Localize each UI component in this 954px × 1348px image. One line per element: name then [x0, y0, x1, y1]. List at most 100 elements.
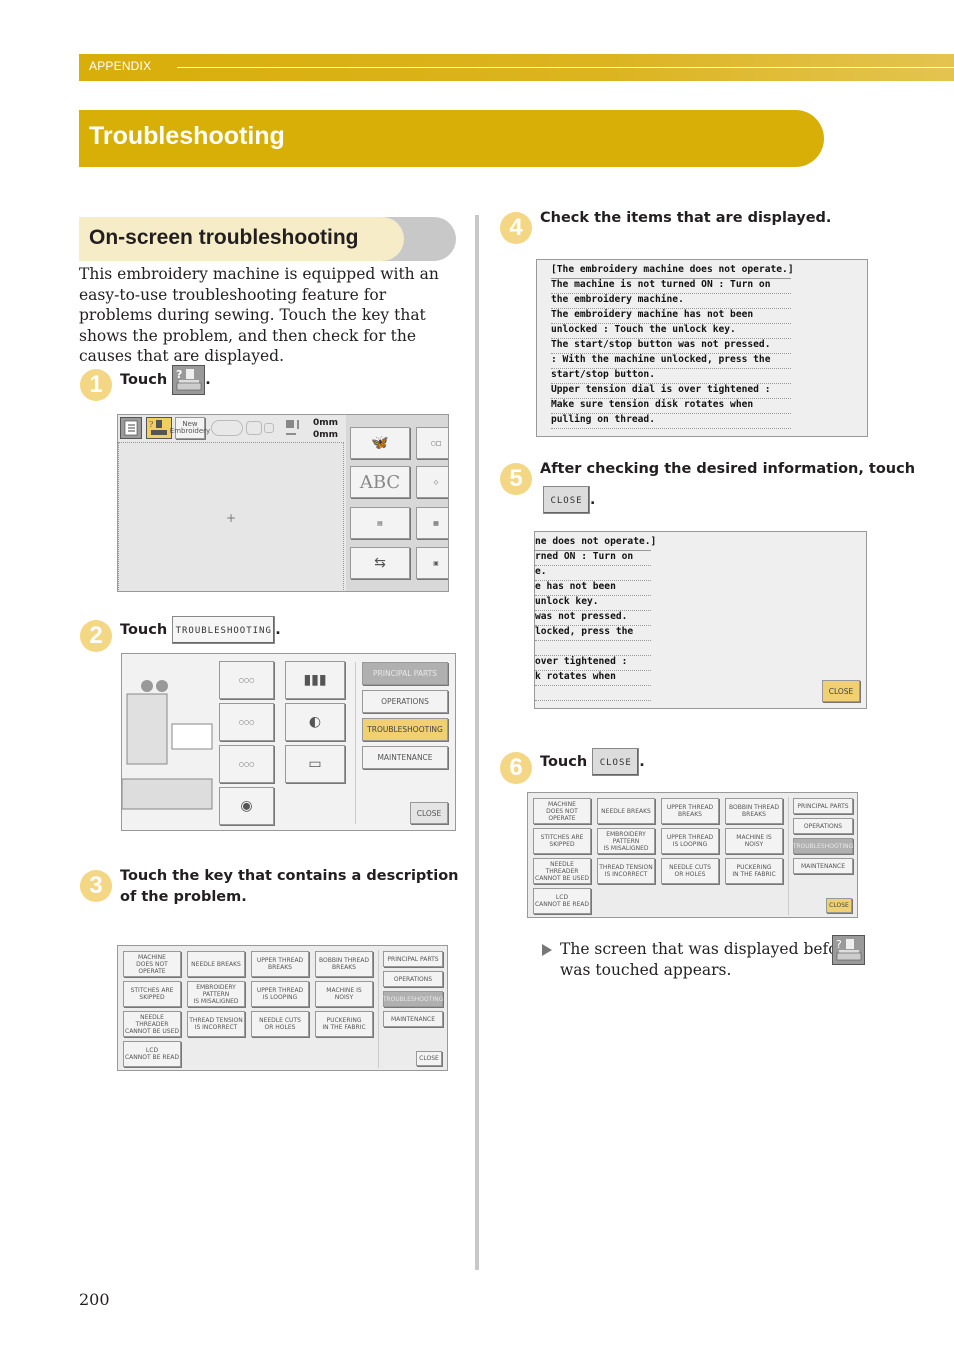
message-line: unlocked : Touch the unlock key.: [551, 324, 791, 339]
troubleshooting-tab-button[interactable]: TROUBLESHOOTING: [362, 718, 448, 741]
message-line: Upper tension dial is over tightened :: [551, 384, 791, 399]
principal-parts-button[interactable]: PRINCIPAL PARTS: [362, 662, 448, 685]
monogram-category-button[interactable]: ◇: [416, 466, 448, 498]
problem-key[interactable]: MACHINE DOES NOT OPERATE: [533, 798, 591, 824]
panel-illustration-3[interactable]: ○○○: [219, 745, 274, 783]
problem-key[interactable]: MACHINE DOES NOT OPERATE: [123, 951, 181, 977]
problem-key[interactable]: UPPER THREAD BREAKS: [251, 951, 309, 977]
alphabet-category-button[interactable]: ABC: [350, 466, 410, 498]
close-button[interactable]: CLOSE: [416, 1051, 442, 1066]
problem-key[interactable]: EMBROIDERY PATTERN IS MISALIGNED: [597, 828, 655, 854]
computer-button[interactable]: ▣: [416, 547, 448, 579]
new-embroidery-button[interactable]: New Embroidery: [170, 417, 210, 439]
close-button[interactable]: CLOSE: [826, 898, 852, 913]
message-line: over tightened :: [535, 656, 651, 671]
svg-text:?: ?: [836, 938, 842, 951]
step-1-badge: 1: [80, 369, 112, 401]
troubleshooting-tab-button[interactable]: TROUBLESHOOTING: [383, 991, 443, 1007]
problem-key[interactable]: MACHINE IS NOISY: [315, 981, 373, 1007]
pattern-category-button[interactable]: 🦋: [350, 427, 410, 459]
operations-button[interactable]: OPERATIONS: [383, 971, 443, 987]
maintenance-button[interactable]: MAINTENANCE: [362, 746, 448, 769]
problem-key[interactable]: STITCHES ARE SKIPPED: [533, 828, 591, 854]
problem-key[interactable]: UPPER THREAD BREAKS: [661, 798, 719, 824]
help-machine-icon-ref[interactable]: ?: [832, 935, 865, 965]
problem-key[interactable]: LCD CANNOT BE READ: [533, 888, 591, 914]
close-button[interactable]: CLOSE: [410, 802, 448, 824]
size-width: 0mm: [313, 418, 339, 428]
problem-key[interactable]: NEEDLE BREAKS: [597, 798, 655, 824]
list-icon[interactable]: [120, 417, 142, 439]
size-height: 0mm: [313, 430, 339, 440]
problem-list-screen: MACHINE DOES NOT OPERATE NEEDLE BREAKS UPP…: [117, 945, 448, 1071]
problem-key[interactable]: BOBBIN THREAD BREAKS: [315, 951, 373, 977]
message-line: The machine is not turned ON : Turn on: [551, 279, 791, 294]
tension-dial-illustration[interactable]: ◐: [285, 703, 345, 741]
step-6-text: Touch CLOSE.: [540, 748, 645, 776]
maintenance-button[interactable]: MAINTENANCE: [793, 858, 853, 874]
cards-category-button[interactable]: ▦: [416, 507, 448, 539]
step-4-text: Check the items that are displayed.: [540, 210, 832, 226]
problem-key[interactable]: STITCHES ARE SKIPPED: [123, 981, 181, 1007]
message-line: [535, 641, 651, 656]
thread-spools-illustration[interactable]: ▮▮▮: [285, 661, 345, 699]
result-arrow-icon: [542, 944, 552, 956]
problem-key[interactable]: UPPER THREAD IS LOOPING: [661, 828, 719, 854]
problem-key[interactable]: NEEDLE THREADER CANNOT BE USED: [123, 1011, 181, 1037]
bobbin-illustration[interactable]: ◉: [219, 787, 274, 825]
problem-key[interactable]: PUCKERING IN THE FABRIC: [725, 858, 783, 884]
operations-button[interactable]: OPERATIONS: [362, 690, 448, 713]
step-5-text: After checking the desired information, …: [540, 461, 916, 477]
result-text-before: The screen that was displayed before: [560, 940, 855, 958]
usb-button[interactable]: ⇆: [350, 547, 410, 579]
step-3-badge: 3: [80, 870, 112, 902]
hoop-small-icon[interactable]: [264, 423, 274, 433]
embroidery-canvas[interactable]: +: [118, 442, 344, 591]
problem-key[interactable]: LCD CANNOT BE READ: [123, 1041, 181, 1067]
problem-key[interactable]: NEEDLE THREADER CANNOT BE USED: [533, 858, 591, 884]
message-line: k rotates when: [535, 671, 651, 686]
problem-key[interactable]: NEEDLE CUTS OR HOLES: [661, 858, 719, 884]
problem-key[interactable]: NEEDLE BREAKS: [187, 951, 245, 977]
maintenance-button[interactable]: MAINTENANCE: [383, 1011, 443, 1027]
message-line: e has not been: [535, 581, 651, 596]
step-2-badge: 2: [80, 620, 112, 652]
problem-key[interactable]: NEEDLE CUTS OR HOLES: [251, 1011, 309, 1037]
troubleshooting-tab-button[interactable]: TROUBLESHOOTING: [793, 838, 853, 854]
frame-category-button[interactable]: ○□: [416, 427, 448, 459]
help-machine-icon-active[interactable]: ?: [146, 417, 172, 439]
operations-button[interactable]: OPERATIONS: [793, 818, 853, 834]
result-text-after: was touched appears.: [560, 960, 732, 979]
category-panel: 🦋 ○□ ABC ◇ ▤ ▦ ⇆ ▣: [346, 415, 448, 591]
result-text: The screen that was displayed before ? w…: [560, 935, 870, 980]
column-divider: [475, 215, 479, 1270]
memory-category-button[interactable]: ▤: [350, 507, 410, 539]
step-6-suffix: .: [639, 754, 645, 770]
problem-key[interactable]: PUCKERING IN THE FABRIC: [315, 1011, 373, 1037]
help-machine-icon[interactable]: ?: [172, 365, 206, 395]
home-screen: ? New Embroidery 0mm 0mm + 🦋 ○□ ABC ◇ ▤ …: [117, 414, 449, 592]
problem-key[interactable]: BOBBIN THREAD BREAKS: [725, 798, 783, 824]
problem-key[interactable]: EMBROIDERY PATTERN IS MISALIGNED: [187, 981, 245, 1007]
step-6-badge: 6: [500, 752, 532, 784]
principal-parts-button[interactable]: PRINCIPAL PARTS: [383, 951, 443, 967]
close-button-ref[interactable]: CLOSE: [543, 486, 590, 514]
problem-key[interactable]: MACHINE IS NOISY: [725, 828, 783, 854]
hoop-medium-icon[interactable]: [246, 421, 262, 435]
panel-illustration-2[interactable]: ○○○: [219, 703, 274, 741]
problem-key[interactable]: UPPER THREAD IS LOOPING: [251, 981, 309, 1007]
panel-illustration-1[interactable]: ○○○: [219, 661, 274, 699]
principal-parts-button[interactable]: PRINCIPAL PARTS: [793, 798, 853, 814]
problem-key[interactable]: THREAD TENSION IS INCORRECT: [597, 858, 655, 884]
intro-paragraph: This embroidery machine is equipped with…: [79, 265, 439, 365]
step-2-label: Touch: [120, 622, 168, 638]
close-button-ref-2[interactable]: CLOSE: [592, 748, 640, 776]
problem-key[interactable]: THREAD TENSION IS INCORRECT: [187, 1011, 245, 1037]
troubleshooting-button[interactable]: TROUBLESHOOTING: [172, 616, 276, 644]
close-button-highlighted[interactable]: CLOSE: [822, 680, 860, 702]
screen-illustration[interactable]: ▭: [285, 745, 345, 783]
page-title: Troubleshooting: [89, 122, 285, 150]
step-5-button-row: CLOSE.: [543, 486, 595, 514]
hoop-large-icon[interactable]: [211, 420, 243, 436]
size-icon: [285, 419, 301, 437]
